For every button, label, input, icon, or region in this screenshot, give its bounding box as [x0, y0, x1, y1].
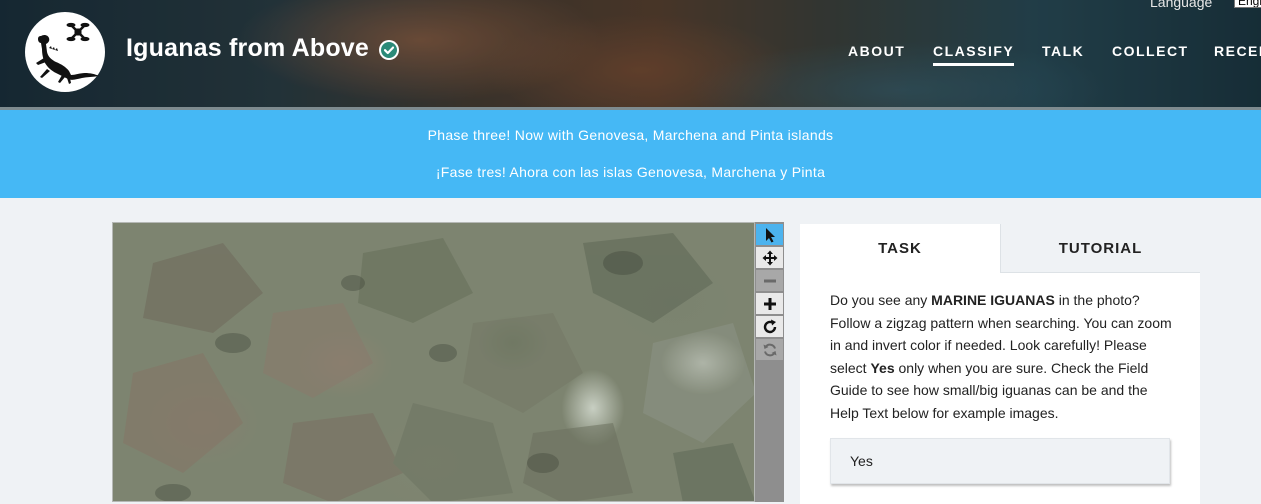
move-icon	[762, 250, 777, 265]
zoom-in-icon	[763, 297, 776, 310]
task-instructions: Do you see any MARINE IGUANAS in the pho…	[830, 292, 1172, 421]
banner-text-spanish: ¡Fase tres! Ahora con las islas Genovesa…	[435, 164, 826, 180]
answer-yes-button[interactable]: Yes	[830, 438, 1170, 484]
nav-talk[interactable]: TALK	[1042, 43, 1084, 59]
zoom-out-button[interactable]	[756, 270, 783, 291]
nav-about[interactable]: ABOUT	[848, 43, 905, 59]
pointer-tool-button[interactable]	[756, 224, 783, 245]
pointer-icon	[765, 227, 775, 242]
project-title[interactable]: Iguanas from Above	[126, 34, 369, 63]
iguana-drone-logo-icon	[36, 22, 99, 84]
zoom-in-button[interactable]	[756, 293, 783, 314]
nav-recents[interactable]: RECEN	[1214, 43, 1261, 59]
announcement-banner: Phase three! Now with Genovesa, Marchena…	[0, 110, 1261, 198]
task-panel: TASK TUTORIAL Do you see any MARINE IGUA…	[800, 224, 1200, 504]
subject-image[interactable]	[112, 222, 755, 502]
rotate-icon	[763, 319, 776, 333]
reset-button[interactable]	[756, 339, 783, 360]
project-avatar[interactable]	[25, 12, 105, 92]
language-select[interactable]: Engl	[1234, 0, 1261, 8]
zoom-out-icon	[763, 279, 776, 282]
verified-check-icon	[379, 40, 399, 60]
rock-texture	[123, 233, 754, 501]
nav-classify[interactable]: CLASSIFY	[933, 43, 1015, 66]
image-toolbar	[755, 222, 784, 502]
nav-collect[interactable]: COLLECT	[1112, 43, 1189, 59]
banner-text-english: Phase three! Now with Genovesa, Marchena…	[427, 127, 834, 143]
rotate-button[interactable]	[756, 316, 783, 337]
move-tool-button[interactable]	[756, 247, 783, 268]
tab-tutorial[interactable]: TUTORIAL	[1000, 224, 1200, 273]
reset-icon	[763, 343, 776, 356]
tab-task[interactable]: TASK	[800, 224, 1000, 273]
language-label: Language	[1150, 0, 1213, 10]
